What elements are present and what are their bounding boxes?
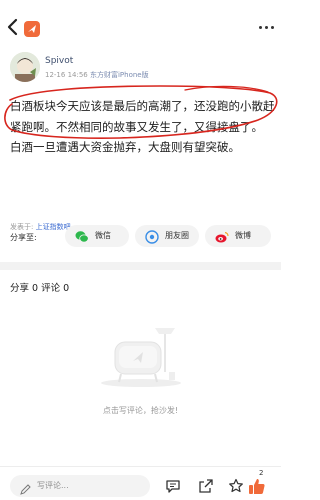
section-divider: [0, 262, 281, 270]
share-label: 分享至:: [10, 233, 37, 242]
pencil-icon: [20, 480, 31, 495]
ellipsis-icon[interactable]: [256, 18, 276, 38]
post-paragraph: 白酒板块今天应该是最后的高潮了，还没跑的小散赶紧跑啊。不然相同的故事又发生了，又…: [10, 99, 275, 134]
top-navigation-bar: [0, 0, 281, 42]
favorite-icon[interactable]: [228, 478, 244, 494]
thumbs-up-icon[interactable]: [248, 477, 266, 495]
share-moments-label: 朋友圈: [165, 231, 189, 240]
bottom-action-bar: 写评论... 2: [0, 466, 281, 500]
share-weibo-label: 微博: [235, 231, 251, 240]
post-body: 白酒板块今天应该是最后的高潮了，还没跑的小散赶紧跑啊。不然相同的故事又发生了，又…: [10, 96, 278, 158]
share-comment-counts: 分享 0 评论 0: [10, 283, 70, 294]
wechat-icon: [75, 229, 89, 243]
post-meta: 12-16 14:56 东方财富iPhone版: [45, 70, 149, 80]
username[interactable]: Spivot: [45, 56, 73, 66]
comment-icon[interactable]: [165, 478, 181, 494]
empty-comments-illustration-icon: [95, 320, 187, 390]
comment-input[interactable]: 写评论...: [10, 475, 150, 497]
weibo-icon: [215, 229, 229, 243]
comment-input-placeholder: 写评论...: [37, 481, 69, 490]
post-timestamp: 12-16 14:56: [45, 71, 88, 79]
like-count-badge: 2: [259, 469, 264, 477]
post-device: 东方财富iPhone版: [89, 71, 149, 79]
share-wechat-label: 微信: [95, 231, 111, 240]
published-in: 发表于: 上证指数吧: [10, 222, 71, 232]
share-weibo-button[interactable]: 微博: [205, 225, 271, 247]
moments-icon: [145, 229, 159, 244]
share-out-icon[interactable]: [198, 478, 214, 494]
share-wechat-button[interactable]: 微信: [65, 225, 129, 247]
avatar[interactable]: [10, 52, 40, 82]
app-logo-icon[interactable]: [24, 21, 40, 37]
post-paragraph: 白酒一旦遭遇大资金抛弃，大盘则有望突破。: [10, 140, 240, 154]
share-moments-button[interactable]: 朋友圈: [135, 225, 199, 247]
published-prefix: 发表于:: [10, 223, 34, 231]
empty-comments-text[interactable]: 点击写评论，抢沙发!: [0, 405, 281, 416]
chevron-left-icon[interactable]: [6, 18, 20, 36]
